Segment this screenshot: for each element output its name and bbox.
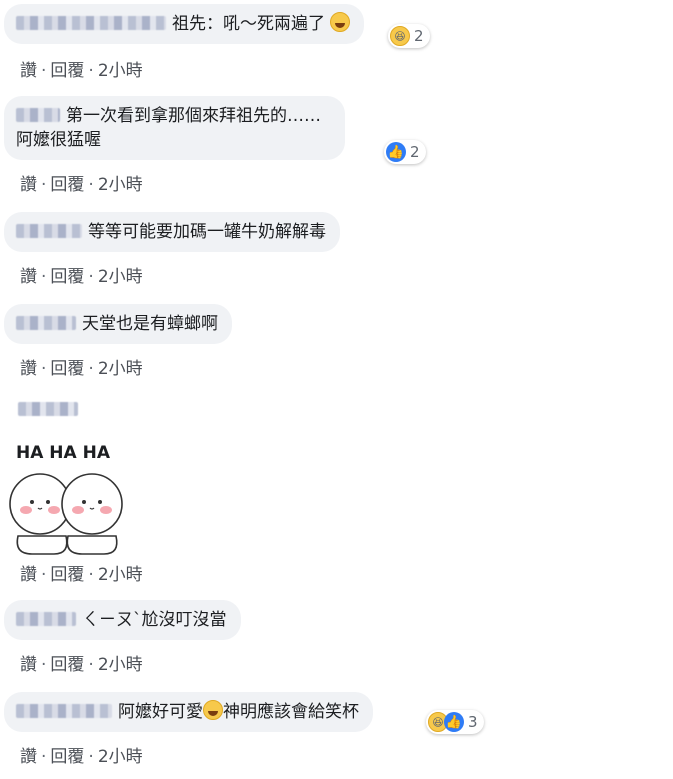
reaction-count: 3 bbox=[468, 713, 478, 731]
haha-reaction-icon: 😆 bbox=[390, 26, 410, 46]
timestamp[interactable]: 2小時 bbox=[98, 650, 143, 675]
like-link[interactable]: 讚 bbox=[20, 262, 37, 287]
blurred-author-name[interactable] bbox=[16, 704, 112, 718]
comment-2: 第一次看到拿那個來拜祖先的…… 阿嬤很猛喔 bbox=[4, 96, 345, 160]
laughing-emoji-icon bbox=[203, 700, 223, 720]
comment-text-line2: 阿嬤很猛喔 bbox=[16, 130, 101, 150]
timestamp[interactable]: 2小時 bbox=[98, 56, 143, 81]
comment-text: 祖先：吼～死兩遍了 bbox=[172, 14, 325, 34]
comment-text-part2: 神明應該會給笑杯 bbox=[223, 702, 359, 722]
comment-actions: 讚 · 回覆 · 2小時 bbox=[20, 170, 143, 195]
timestamp[interactable]: 2小時 bbox=[98, 560, 143, 585]
comment-actions: 讚 · 回覆 · 2小時 bbox=[20, 262, 143, 287]
like-link[interactable]: 讚 bbox=[20, 56, 37, 81]
reaction-summary[interactable]: 👍 2 bbox=[384, 140, 426, 164]
like-link[interactable]: 讚 bbox=[20, 650, 37, 675]
comment-bubble: 祖先：吼～死兩遍了 bbox=[4, 4, 365, 44]
comment-text: 等等可能要加碼一罐牛奶解解毒 bbox=[88, 222, 326, 242]
timestamp[interactable]: 2小時 bbox=[98, 170, 143, 195]
laughing-emoji-icon bbox=[330, 12, 351, 32]
reply-link[interactable]: 回覆 bbox=[50, 354, 84, 379]
blurred-author-name[interactable] bbox=[16, 16, 166, 30]
timestamp[interactable]: 2小時 bbox=[98, 354, 143, 379]
comment-text-part1: 阿嬤好可愛 bbox=[118, 702, 203, 722]
reaction-summary[interactable]: 😆 2 bbox=[388, 24, 430, 48]
like-link[interactable]: 讚 bbox=[20, 354, 37, 379]
reply-link[interactable]: 回覆 bbox=[50, 262, 84, 287]
comment-bubble: 天堂也是有蟑螂啊 bbox=[4, 304, 232, 344]
haha-sticker[interactable]: HA HA HA bbox=[8, 440, 128, 558]
comment-actions: 讚 · 回覆 · 2小時 bbox=[20, 56, 143, 81]
sticker-caption: HA HA HA bbox=[16, 443, 111, 463]
reply-link[interactable]: 回覆 bbox=[50, 650, 84, 675]
comment-3: 等等可能要加碼一罐牛奶解解毒 bbox=[4, 212, 340, 252]
comment-actions: 讚 · 回覆 · 2小時 bbox=[20, 560, 143, 585]
comment-7: 阿嬤好可愛 神明應該會給笑杯 bbox=[4, 692, 373, 732]
timestamp[interactable]: 2小時 bbox=[98, 262, 143, 287]
blurred-author-name[interactable] bbox=[18, 402, 78, 416]
reply-link[interactable]: 回覆 bbox=[50, 560, 84, 585]
comment-text-line1: 第一次看到拿那個來拜祖先的…… bbox=[66, 106, 321, 126]
reply-link[interactable]: 回覆 bbox=[50, 56, 84, 81]
comment-bubble: 第一次看到拿那個來拜祖先的…… 阿嬤很猛喔 bbox=[4, 96, 345, 160]
like-link[interactable]: 讚 bbox=[20, 560, 37, 585]
like-reaction-icon: 👍 bbox=[386, 142, 406, 162]
comment-bubble: 阿嬤好可愛 神明應該會給笑杯 bbox=[4, 692, 373, 732]
comment-text: ㄑㄧㄡˋ尬沒叮沒當 bbox=[82, 610, 227, 630]
like-reaction-icon: 👍 bbox=[444, 712, 464, 732]
reply-link[interactable]: 回覆 bbox=[50, 742, 84, 767]
like-link[interactable]: 讚 bbox=[20, 170, 37, 195]
comment-text: 天堂也是有蟑螂啊 bbox=[82, 314, 218, 334]
blurred-author-name[interactable] bbox=[16, 224, 82, 238]
comment-6: ㄑㄧㄡˋ尬沒叮沒當 bbox=[4, 600, 241, 640]
reaction-count: 2 bbox=[410, 143, 420, 161]
comment-bubble: ㄑㄧㄡˋ尬沒叮沒當 bbox=[4, 600, 241, 640]
comment-1: 祖先：吼～死兩遍了 bbox=[4, 4, 365, 44]
like-link[interactable]: 讚 bbox=[20, 742, 37, 767]
reaction-count: 2 bbox=[414, 27, 424, 45]
sticker-image: HA HA HA bbox=[9, 443, 123, 555]
comment-actions: 讚 · 回覆 · 2小時 bbox=[20, 354, 143, 379]
blurred-author-name[interactable] bbox=[16, 612, 76, 626]
comment-bubble: 等等可能要加碼一罐牛奶解解毒 bbox=[4, 212, 340, 252]
comment-actions: 讚 · 回覆 · 2小時 bbox=[20, 650, 143, 675]
reply-link[interactable]: 回覆 bbox=[50, 170, 84, 195]
blurred-author-name[interactable] bbox=[16, 108, 60, 122]
comment-4: 天堂也是有蟑螂啊 bbox=[4, 304, 232, 344]
timestamp[interactable]: 2小時 bbox=[98, 742, 143, 767]
comment-actions: 讚 · 回覆 · 2小時 bbox=[20, 742, 143, 767]
blurred-author-name[interactable] bbox=[16, 316, 76, 330]
reaction-summary[interactable]: 😆 👍 3 bbox=[426, 710, 484, 734]
